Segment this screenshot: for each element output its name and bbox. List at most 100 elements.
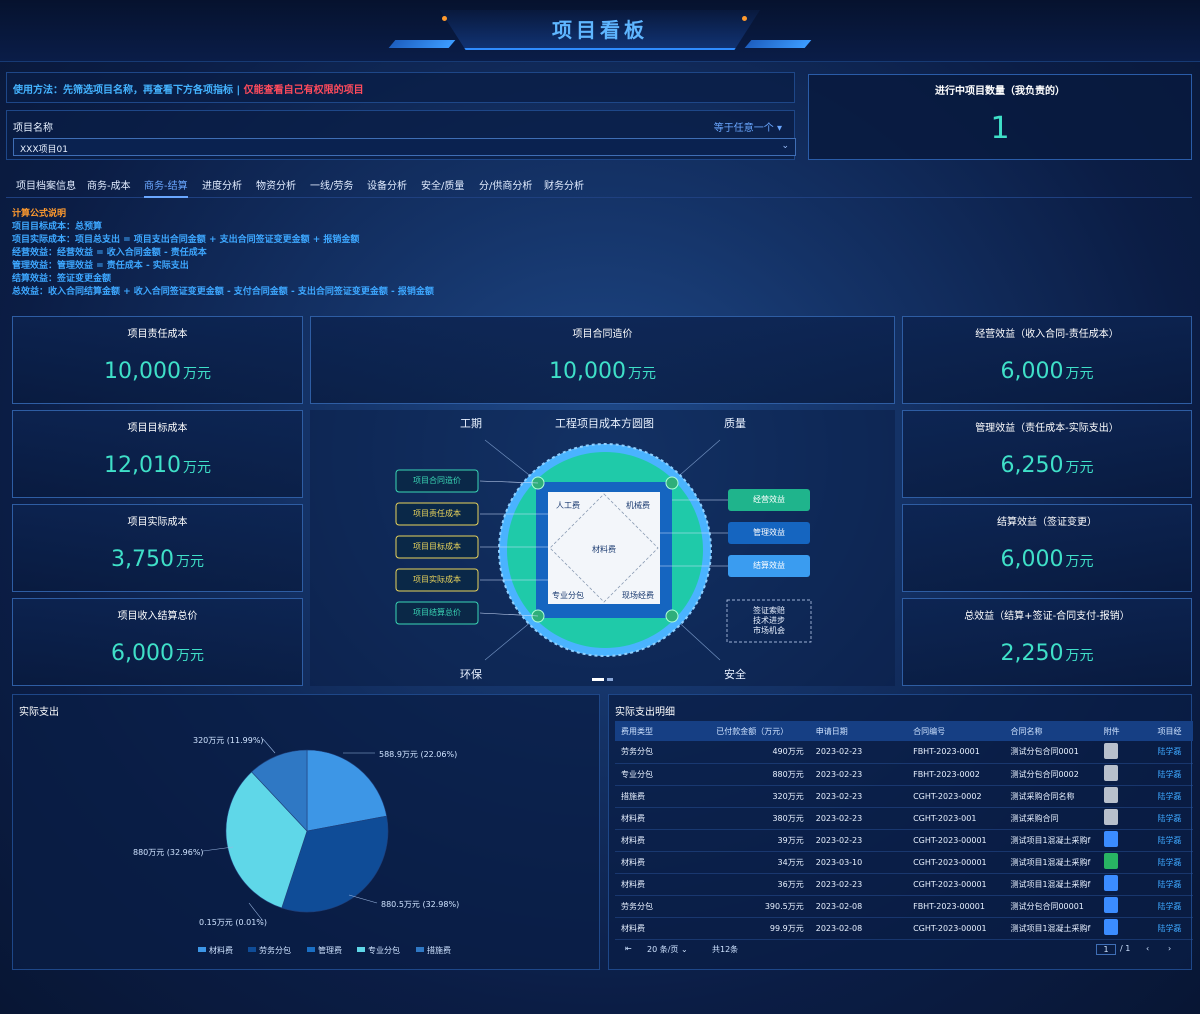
usage-separator: |: [236, 85, 241, 96]
col-header-label: 已付款金额（万元）: [716, 726, 789, 736]
file-icon[interactable]: [1103, 831, 1118, 847]
table-row[interactable]: 材料费 99.9万元 2023-02-08 CGHT-2023-00001 测试项目1混…: [615, 917, 1193, 940]
page-first-icon[interactable]: ⇤: [625, 944, 637, 953]
manager-cell-text[interactable]: 陆学磊: [1158, 858, 1182, 867]
manager-cell[interactable]: 陆学磊: [1151, 829, 1193, 852]
table-row[interactable]: 专业分包 880万元 2023-02-23 FBHT-2023-0002 测试分包合同0…: [615, 763, 1193, 786]
manager-cell[interactable]: 陆学磊: [1151, 895, 1193, 918]
legend-item[interactable]: 材料费: [209, 945, 233, 955]
usage-banner: 使用方法：先筛选项目名称，再查看下方各项指标 | 仅能查看自己有权限的项目: [6, 72, 795, 103]
file-icon[interactable]: [1103, 875, 1118, 891]
contract-no-cell: CGHT-2023-001: [907, 807, 1005, 830]
file-icon[interactable]: [1103, 853, 1118, 869]
page-input[interactable]: 1: [1096, 944, 1116, 955]
attachment-cell[interactable]: [1097, 807, 1152, 830]
col-header-type[interactable]: 费用类型: [615, 721, 711, 741]
legend-item[interactable]: 措施费: [427, 945, 451, 955]
tab-business-settlement[interactable]: 商务-结算: [144, 177, 188, 198]
file-icon[interactable]: [1103, 919, 1118, 935]
attachment-cell[interactable]: [1097, 829, 1152, 852]
legend-item[interactable]: 管理费: [318, 945, 342, 955]
tab-supplier[interactable]: 分/供商分析: [479, 177, 532, 192]
tab-labor[interactable]: 一线/劳务: [310, 177, 353, 192]
attachment-cell[interactable]: [1097, 741, 1152, 764]
tab-progress[interactable]: 进度分析: [202, 177, 242, 192]
tab-materials[interactable]: 物资分析: [256, 177, 296, 192]
manager-cell[interactable]: 陆学磊: [1151, 741, 1193, 764]
tab-business-cost[interactable]: 商务-成本: [87, 177, 131, 192]
attachment-cell[interactable]: [1097, 851, 1152, 874]
table-row[interactable]: 材料费 380万元 2023-02-23 CGHT-2023-001 测试采购合同 陆学磊: [615, 807, 1193, 830]
manager-cell-text[interactable]: 陆学磊: [1158, 814, 1182, 823]
manager-cell-text[interactable]: 陆学磊: [1158, 880, 1182, 889]
page-size-select[interactable]: 20 条/页 ⌄: [647, 944, 717, 955]
page-prev-icon[interactable]: ‹: [1146, 944, 1149, 953]
tab-safety-quality[interactable]: 安全/质量: [421, 177, 464, 192]
table-row[interactable]: 劳务分包 390.5万元 2023-02-08 FBHT-2023-00001 测试分包…: [615, 895, 1193, 918]
manager-cell[interactable]: 陆学磊: [1151, 917, 1193, 940]
metric-unit: 万元: [1065, 648, 1094, 664]
page-total: / 1: [1120, 944, 1131, 953]
legend-item[interactable]: 专业分包: [368, 945, 400, 955]
contract-name-cell-text: 测试分包合同0001: [1010, 747, 1079, 757]
table-row[interactable]: 劳务分包 490万元 2023-02-23 FBHT-2023-0001 测试分包合同0…: [615, 741, 1193, 764]
tab-equipment[interactable]: 设备分析: [367, 177, 407, 192]
col-header-contract-no[interactable]: 合同编号: [907, 721, 1005, 741]
file-icon[interactable]: [1103, 897, 1118, 913]
metric-number: 10,000: [104, 359, 181, 384]
manager-cell[interactable]: 陆学磊: [1151, 763, 1193, 786]
label-leader-line: [348, 894, 378, 904]
project-select[interactable]: XXX项目01 ⌄: [13, 138, 796, 156]
attachment-cell[interactable]: [1097, 895, 1152, 918]
manager-cell-text[interactable]: 陆学磊: [1158, 747, 1182, 756]
table-row[interactable]: 措施费 320万元 2023-02-23 CGHT-2023-0002 测试采购合同名称…: [615, 785, 1193, 808]
manager-cell-text[interactable]: 陆学磊: [1158, 902, 1182, 911]
contract-name-cell: 测试采购合同名称: [1004, 785, 1098, 808]
tab-archive[interactable]: 项目档案信息: [16, 177, 76, 192]
metric-value: 10,000 万元: [13, 359, 302, 384]
filter-operator-dropdown[interactable]: 等于任意一个 ▾: [714, 119, 782, 134]
note-line: 签证索赔: [753, 606, 785, 615]
file-icon[interactable]: [1103, 787, 1118, 803]
manager-cell[interactable]: 陆学磊: [1151, 785, 1193, 808]
contract-no-cell-text: FBHT-2023-00001: [913, 901, 985, 911]
left-box-label: 项目目标成本: [413, 542, 461, 551]
metric-label: 经营效益（收入合同-责任成本）: [975, 329, 1119, 340]
metric-responsibility-cost: 项目责任成本 10,000 万元: [12, 316, 303, 404]
date-cell-text: 2023-02-23: [815, 879, 863, 889]
type-cell-text: 材料费: [621, 857, 645, 867]
table-row[interactable]: 材料费 36万元 2023-02-23 CGHT-2023-00001 测试项目1混凝土…: [615, 873, 1193, 896]
date-cell-text: 2023-02-23: [815, 747, 863, 757]
metric-actual-cost: 项目实际成本 3,750 万元: [12, 504, 303, 592]
file-icon[interactable]: [1103, 742, 1118, 759]
col-header-date[interactable]: 申请日期: [809, 721, 908, 741]
manager-cell-text[interactable]: 陆学磊: [1158, 792, 1182, 801]
manager-cell-text[interactable]: 陆学磊: [1158, 770, 1182, 779]
col-header-amount[interactable]: 已付款金额（万元）: [710, 721, 810, 741]
attachment-cell[interactable]: [1097, 917, 1152, 940]
table-row[interactable]: 材料费 39万元 2023-02-23 CGHT-2023-00001 测试项目1混凝土…: [615, 829, 1193, 852]
left-box-label: 项目合同造价: [413, 476, 461, 485]
manager-cell-text[interactable]: 陆学磊: [1158, 924, 1182, 933]
page-next-icon[interactable]: ›: [1168, 944, 1171, 953]
table-row[interactable]: 材料费 34万元 2023-03-10 CGHT-2023-00001 测试项目1混凝土…: [615, 851, 1193, 874]
attachment-cell[interactable]: [1097, 763, 1152, 786]
manager-cell[interactable]: 陆学磊: [1151, 851, 1193, 874]
metric-unit: 万元: [182, 366, 211, 382]
file-icon[interactable]: [1103, 809, 1118, 825]
attachment-cell[interactable]: [1097, 873, 1152, 896]
metric-label: 项目目标成本: [127, 423, 188, 434]
col-header-contract-name[interactable]: 合同名称: [1004, 721, 1098, 741]
contract-no-cell-text: CGHT-2023-0002: [913, 791, 982, 801]
file-icon[interactable]: [1103, 765, 1118, 781]
attachment-cell[interactable]: [1097, 785, 1152, 808]
legend-item[interactable]: 劳务分包: [259, 945, 291, 955]
manager-cell[interactable]: 陆学磊: [1151, 807, 1193, 830]
manager-cell-text[interactable]: 陆学磊: [1158, 836, 1182, 845]
type-cell: 材料费: [615, 917, 711, 940]
date-cell: 2023-02-08: [809, 895, 908, 918]
amount-cell-text: 320万元: [772, 791, 804, 801]
manager-cell[interactable]: 陆学磊: [1151, 873, 1193, 896]
date-cell-text: 2023-02-23: [815, 791, 863, 801]
tab-finance[interactable]: 财务分析: [544, 177, 584, 192]
